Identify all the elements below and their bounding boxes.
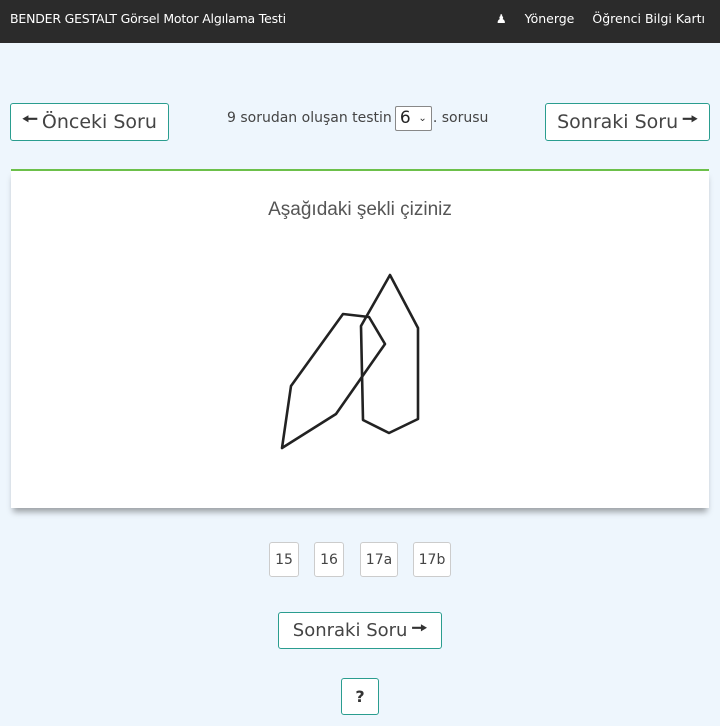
counter-prefix: 9 sorudan oluşan testin <box>227 110 392 126</box>
chevron-down-icon: ⌄ <box>418 112 427 124</box>
answer-option-17b[interactable]: 17b <box>413 542 451 577</box>
next-question-label-bottom: Sonraki Soru <box>292 620 408 641</box>
figure-right-hexagon <box>359 273 420 435</box>
help-label: ? <box>355 687 365 706</box>
question-select-value: 6 <box>399 108 411 128</box>
nav-link-student-card[interactable]: Öğrenci Bilgi Kartı <box>592 11 705 26</box>
nav-link-directions[interactable]: Yönerge <box>525 11 575 26</box>
figure-left-hexagon <box>280 312 387 450</box>
question-card: Aşağıdaki şekli çiziniz <box>11 169 709 508</box>
answer-option-15[interactable]: 15 <box>269 542 299 577</box>
arrow-right-icon: 🠖 <box>682 109 698 130</box>
counter-suffix: . sorusu <box>432 110 489 126</box>
person-icon[interactable]: ♟ <box>496 12 507 26</box>
bender-figure-drawing <box>280 273 420 450</box>
navbar-links: ♟ Yönerge Öğrenci Bilgi Kartı <box>478 11 705 26</box>
top-navbar: BENDER GESTALT Görsel Motor Algılama Tes… <box>0 0 720 43</box>
next-question-label: Sonraki Soru <box>557 111 679 133</box>
app-title[interactable]: BENDER GESTALT Görsel Motor Algılama Tes… <box>10 11 286 26</box>
question-select[interactable]: 6 ⌄ <box>394 105 432 131</box>
answer-option-17a[interactable]: 17a <box>360 542 398 577</box>
next-question-button-bottom[interactable]: Sonraki Soru 🠖 <box>278 612 442 649</box>
previous-question-label: Önceki Soru <box>41 111 157 133</box>
help-button[interactable]: ? <box>341 678 379 715</box>
arrow-right-icon: 🠖 <box>411 617 428 639</box>
answer-option-16[interactable]: 16 <box>314 542 344 577</box>
question-counter: 9 sorudan oluşan testin 6 ⌄ . sorusu <box>227 105 488 131</box>
arrow-left-icon: 🠔 <box>22 109 38 130</box>
previous-question-button[interactable]: 🠔 Önceki Soru <box>10 103 169 141</box>
next-question-button[interactable]: Sonraki Soru 🠖 <box>545 103 710 141</box>
